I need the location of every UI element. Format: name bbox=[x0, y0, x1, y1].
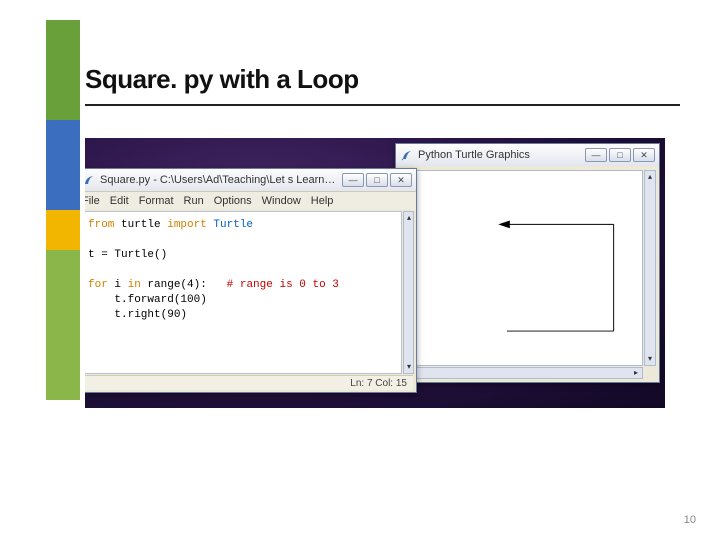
feather-icon bbox=[400, 148, 414, 162]
cursor-position: Ln: 7 Col: 15 bbox=[350, 378, 407, 389]
scroll-up-icon[interactable]: ▴ bbox=[645, 172, 655, 182]
scroll-right-icon[interactable]: ▸ bbox=[631, 368, 641, 378]
maximize-button[interactable]: □ bbox=[366, 173, 388, 187]
close-button[interactable]: ✕ bbox=[633, 148, 655, 162]
editor-title-text: Square.py - C:\Users\Ad\Teaching\Let s L… bbox=[100, 174, 338, 186]
menu-options[interactable]: Options bbox=[214, 195, 252, 207]
menu-window[interactable]: Window bbox=[262, 195, 301, 207]
editor-titlebar[interactable]: Square.py - C:\Users\Ad\Teaching\Let s L… bbox=[85, 169, 416, 191]
code-editor[interactable]: from turtle import Turtle t = Turtle() f… bbox=[85, 211, 402, 374]
minimize-button[interactable]: — bbox=[585, 148, 607, 162]
editor-scrollbar-vertical[interactable]: ▴ ▾ bbox=[403, 211, 414, 374]
menu-run[interactable]: Run bbox=[184, 195, 204, 207]
turtle-canvas bbox=[400, 170, 643, 366]
close-button[interactable]: ✕ bbox=[390, 173, 412, 187]
turtle-drawing bbox=[401, 171, 642, 365]
turtle-scrollbar-vertical[interactable]: ▴ ▾ bbox=[644, 170, 656, 366]
maximize-button[interactable]: □ bbox=[609, 148, 631, 162]
turtle-cursor-icon bbox=[498, 220, 510, 228]
menu-edit[interactable]: Edit bbox=[110, 195, 129, 207]
minimize-button[interactable]: — bbox=[342, 173, 364, 187]
page-number: 10 bbox=[684, 514, 696, 526]
scroll-down-icon[interactable]: ▾ bbox=[404, 362, 414, 372]
turtle-titlebar[interactable]: Python Turtle Graphics — □ ✕ bbox=[396, 144, 659, 166]
editor-statusbar: Ln: 7 Col: 15 bbox=[85, 375, 413, 390]
slide-title: Square. py with a Loop bbox=[85, 64, 359, 95]
editor-menubar: File Edit Format Run Options Window Help bbox=[85, 191, 416, 209]
turtle-title-text: Python Turtle Graphics bbox=[418, 149, 581, 161]
title-underline bbox=[85, 104, 680, 106]
scroll-down-icon[interactable]: ▾ bbox=[645, 354, 655, 364]
editor-window: Square.py - C:\Users\Ad\Teaching\Let s L… bbox=[85, 168, 417, 393]
scroll-up-icon[interactable]: ▴ bbox=[404, 213, 414, 223]
menu-format[interactable]: Format bbox=[139, 195, 174, 207]
menu-file[interactable]: File bbox=[85, 195, 100, 207]
turtle-window: Python Turtle Graphics — □ ✕ ▴ ▾ ◂ ▸ bbox=[395, 143, 660, 383]
turtle-scrollbar-horizontal[interactable]: ◂ ▸ bbox=[400, 367, 643, 379]
accent-bar bbox=[46, 20, 80, 400]
feather-icon bbox=[85, 173, 96, 187]
screenshot-area: Python Turtle Graphics — □ ✕ ▴ ▾ ◂ ▸ bbox=[85, 138, 665, 408]
menu-help[interactable]: Help bbox=[311, 195, 334, 207]
